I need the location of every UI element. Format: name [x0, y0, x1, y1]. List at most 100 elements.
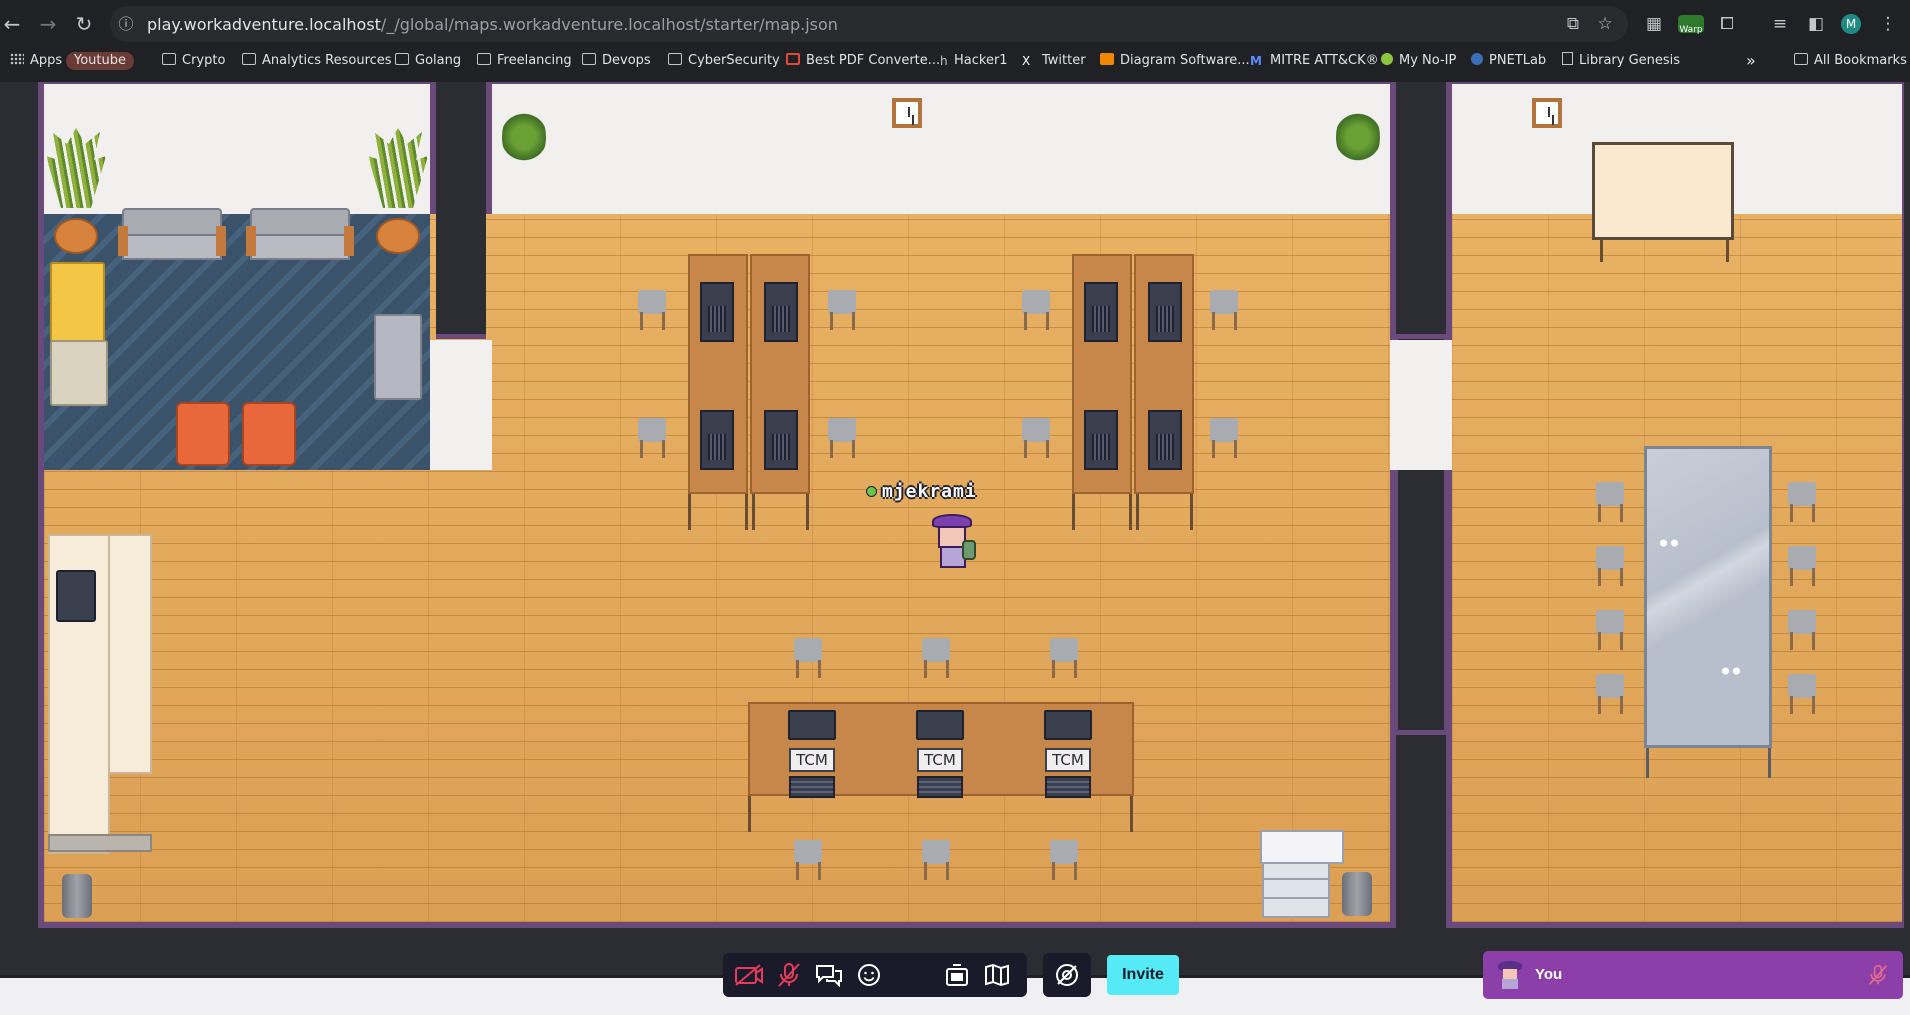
monitor: [916, 710, 964, 740]
pillar-wall: [430, 340, 492, 470]
url-host: play.workadventure.localhost: [147, 15, 381, 34]
settings-icon[interactable]: [1047, 955, 1087, 995]
noip-icon: [1381, 53, 1393, 65]
qr-icon[interactable]: ▦: [1643, 13, 1665, 35]
bookmark-label: Crypto: [182, 53, 226, 68]
bookmark-pdf[interactable]: Best PDF Converte...: [786, 52, 940, 70]
warp-extension-icon[interactable]: Warp: [1676, 13, 1706, 35]
mic-off-icon[interactable]: [769, 955, 809, 995]
printer: [1260, 830, 1344, 864]
bookmark-freelancing[interactable]: Freelancing: [477, 52, 572, 70]
bookmark-all[interactable]: All Bookmarks: [1794, 52, 1907, 70]
emoji-icon[interactable]: [849, 955, 889, 995]
you-panel[interactable]: You: [1483, 951, 1903, 999]
tcm-laptop: TCM: [1045, 748, 1091, 772]
bookmark-devops[interactable]: Devops: [582, 52, 651, 70]
menu-icon[interactable]: ⋮: [1877, 13, 1899, 35]
whiteboard-leg: [1600, 240, 1603, 262]
bookmark-pnetlab[interactable]: PNETLab: [1471, 52, 1546, 70]
bookmark-libgen[interactable]: Library Genesis: [1562, 52, 1680, 70]
forward-icon[interactable]: →: [36, 12, 60, 36]
cast-icon[interactable]: ⧉: [1562, 13, 1584, 35]
computer: [764, 282, 798, 342]
site-info-icon[interactable]: ⓘ: [114, 12, 138, 36]
beige-armchair: [50, 340, 108, 406]
bookmark-cybersecurity[interactable]: CyberSecurity: [668, 52, 780, 70]
bookmark-apps[interactable]: Apps: [10, 52, 62, 70]
camera-off-icon[interactable]: [729, 955, 769, 995]
bookmark-label: Hacker1: [954, 53, 1008, 68]
sofa: [246, 208, 354, 266]
game-canvas[interactable]: mjekrami TCM TCM TCM: [0, 82, 1910, 975]
pillar: [1396, 82, 1446, 339]
settings-group: [1043, 953, 1091, 997]
back-icon[interactable]: ←: [0, 12, 24, 36]
bookmark-diagram[interactable]: Diagram Software...: [1100, 52, 1250, 70]
diagram-icon: [1100, 53, 1114, 65]
bookmark-golang[interactable]: Golang: [395, 52, 461, 70]
coffee-machine: [56, 570, 96, 622]
chair: [1592, 666, 1628, 714]
app-controls: [931, 953, 1027, 997]
computer: [1148, 282, 1182, 342]
filing-cabinet: [1262, 862, 1330, 918]
bookmark-label: Library Genesis: [1579, 53, 1681, 68]
player-name: mjekrami: [882, 480, 977, 502]
extensions-icon[interactable]: ⧠: [1716, 13, 1738, 35]
folder-icon: [582, 53, 596, 65]
chair: [1784, 538, 1820, 586]
chair: [1592, 602, 1628, 650]
browser-toolbar: ← → ↻ ⓘ play.workadventure.localhost/_/g…: [0, 0, 1910, 48]
bookmark-label: MITRE ATT&CK®: [1270, 53, 1379, 68]
bookmark-label: Analytics Resources: [262, 53, 392, 68]
bookmark-crypto[interactable]: Crypto: [162, 52, 225, 70]
folder-icon: [477, 53, 491, 65]
url-path: /_/global/maps.workadventure.localhost/s…: [380, 15, 838, 34]
bookmark-mitre[interactable]: M MITRE ATT&CK®: [1250, 52, 1379, 70]
potted-plant: [46, 128, 106, 258]
folder-icon: [242, 53, 256, 65]
url-text[interactable]: play.workadventure.localhost/_/global/ma…: [147, 15, 838, 34]
tcm-laptop: TCM: [789, 748, 835, 772]
bookmark-label: Golang: [415, 53, 462, 68]
whiteboard-leg: [1726, 240, 1729, 262]
player-avatar[interactable]: [928, 514, 976, 576]
folder-icon: [395, 53, 409, 65]
computer: [700, 410, 734, 470]
yellow-armchair: [50, 262, 105, 342]
star-icon[interactable]: ☆: [1594, 13, 1616, 35]
chat-icon[interactable]: [809, 955, 849, 995]
invite-button[interactable]: Invite: [1107, 955, 1179, 995]
chair: [1592, 538, 1628, 586]
media-icon[interactable]: ≡: [1769, 13, 1791, 35]
online-status-icon: [866, 485, 877, 497]
orange-pouf: [176, 402, 230, 466]
chair: [634, 410, 670, 458]
chair: [1784, 602, 1820, 650]
sidepanel-icon[interactable]: ◧: [1805, 13, 1827, 35]
chair: [1018, 282, 1054, 330]
computer: [764, 410, 798, 470]
bookmark-label: Youtube: [74, 53, 126, 68]
trash-can: [62, 874, 92, 918]
profile-avatar[interactable]: M: [1841, 14, 1861, 34]
grey-armchair: [374, 314, 422, 400]
tcm-laptop: TCM: [917, 748, 963, 772]
mic-off-icon: [1867, 964, 1889, 991]
chair: [1206, 410, 1242, 458]
bookmark-twitter[interactable]: X Twitter: [1022, 52, 1086, 70]
office-wall: [492, 84, 1390, 214]
map-icon[interactable]: [977, 955, 1017, 995]
bookmark-analytics[interactable]: Analytics Resources: [242, 52, 392, 70]
bookmark-label: CyberSecurity: [688, 53, 780, 68]
reload-icon[interactable]: ↻: [72, 12, 96, 36]
coffee-cups: [1720, 666, 1742, 676]
bookmark-label: Diagram Software...: [1120, 53, 1250, 68]
apps-icon[interactable]: [937, 955, 977, 995]
bookmark-youtube[interactable]: Youtube: [66, 52, 134, 70]
bookmark-hacker1[interactable]: h Hacker1: [940, 52, 1008, 70]
bookmarks-overflow-icon[interactable]: »: [1746, 52, 1756, 70]
orange-pouf: [242, 402, 296, 466]
hanging-plant: [502, 106, 546, 168]
bookmark-noip[interactable]: My No-IP: [1381, 52, 1456, 70]
